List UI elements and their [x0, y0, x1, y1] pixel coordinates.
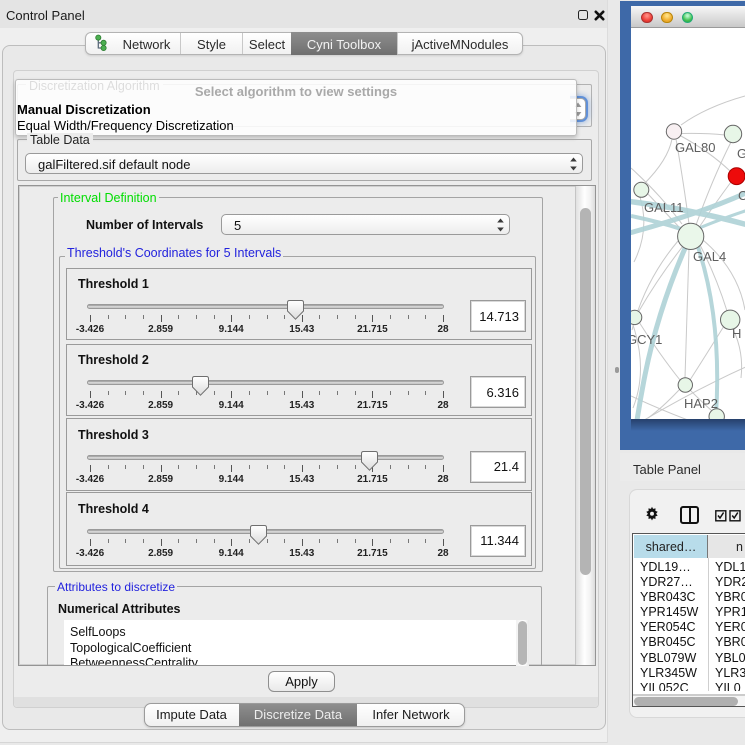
- svg-text:GA: GA: [737, 146, 745, 161]
- svg-text:HAP2: HAP2: [684, 396, 718, 411]
- svg-text:GAL4: GAL4: [693, 249, 726, 264]
- svg-text:GAL11: GAL11: [644, 200, 684, 215]
- svg-text:GAL80: GAL80: [675, 140, 715, 155]
- svg-text:C: C: [738, 188, 745, 203]
- svg-text:GCY1: GCY1: [631, 332, 662, 347]
- svg-text:H: H: [732, 326, 741, 341]
